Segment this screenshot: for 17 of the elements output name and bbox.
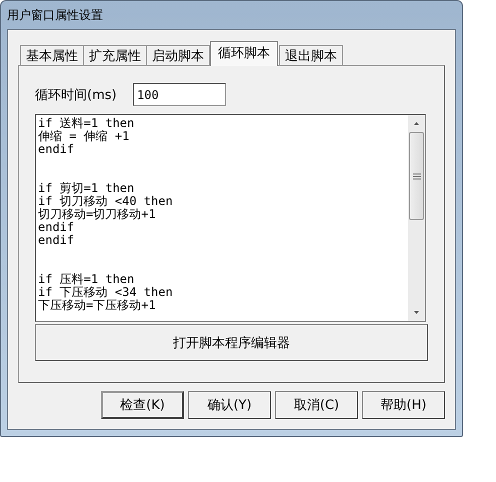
tab[interactable]: 启动脚本 — [146, 45, 210, 66]
script-text: if 送料=1 then 伸缩 = 伸缩 +1 endif if 剪切=1 then if 切刀移动 <40 then 切刀移动=切刀移动+1 endif endif if 压料=1 then if 下压移动 <34 then 下压移动=下压移动+1 — [37, 115, 174, 314]
help-button[interactable]: 帮助(H) — [362, 391, 445, 419]
open-editor-button[interactable]: 打开脚本程序编辑器 — [35, 324, 428, 361]
cancel-button[interactable]: 取消(C) — [275, 391, 358, 419]
scroll-thumb[interactable] — [409, 132, 424, 220]
scrollbar[interactable] — [408, 115, 425, 321]
tab[interactable]: 基本属性 — [20, 45, 84, 66]
confirm-button[interactable]: 确认(Y) — [188, 391, 271, 419]
window-title: 用户窗口属性设置 — [7, 6, 103, 24]
check-button[interactable]: 检查(K) — [101, 391, 184, 419]
cycle-time-label: 循环时间(ms) — [35, 86, 118, 104]
cycle-time-field[interactable]: 100 — [133, 83, 226, 106]
tab[interactable]: 循环脚本 — [210, 41, 278, 66]
grip-icon — [412, 172, 420, 180]
tab[interactable]: 退出脚本 — [279, 45, 343, 66]
script-editor[interactable]: if 送料=1 then 伸缩 = 伸缩 +1 endif if 剪切=1 then if 切刀移动 <40 then 切刀移动=切刀移动+1 endif endif if 压料=1 then if 下压移动 <34 then 下压移动=下压移动+1 — [35, 114, 426, 322]
